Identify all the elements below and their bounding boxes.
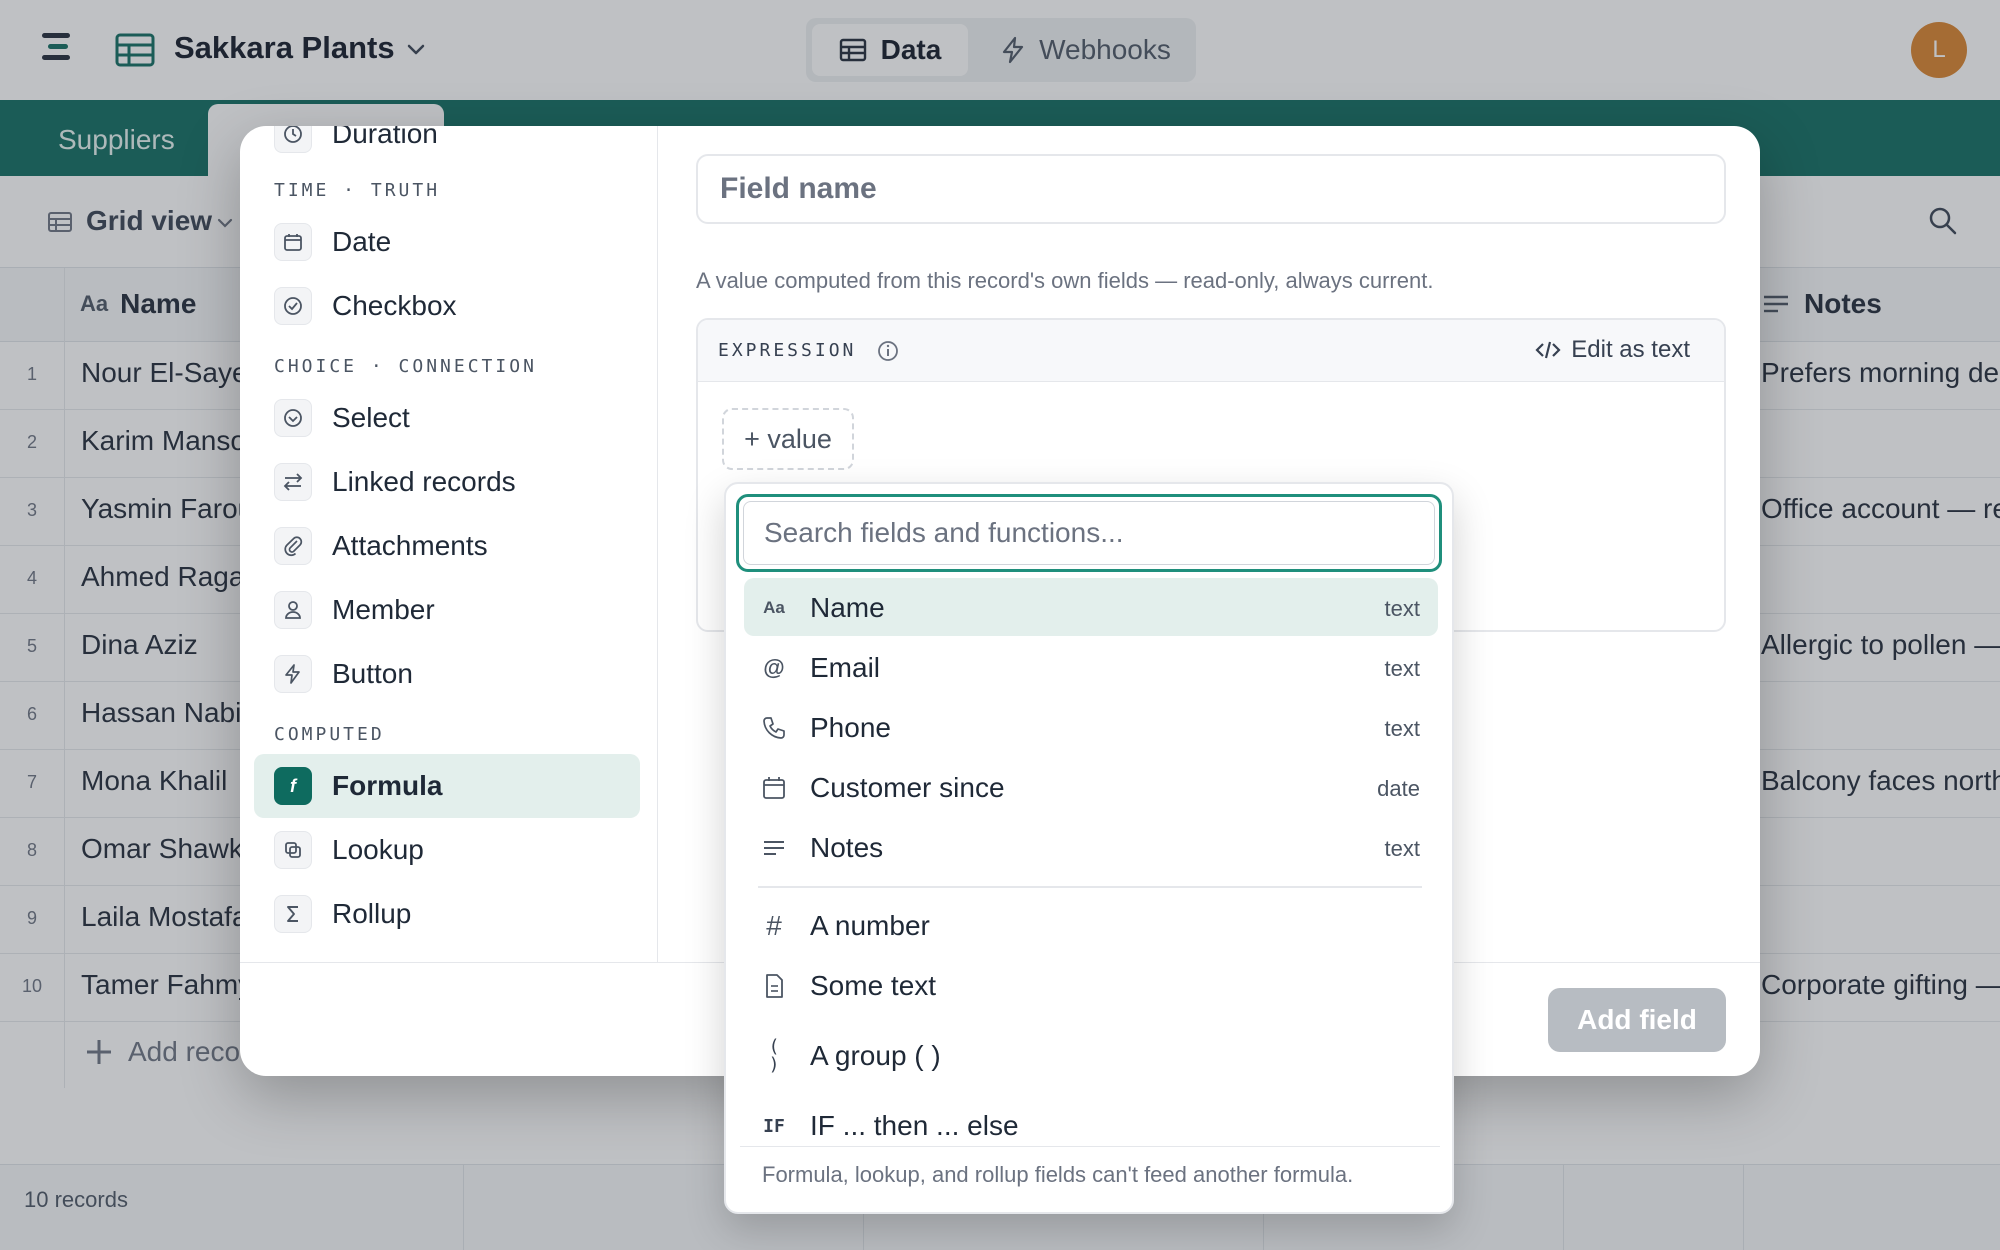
calendar-icon (274, 223, 312, 261)
search-input[interactable] (743, 501, 1435, 565)
type-checkbox[interactable]: Checkbox (254, 274, 640, 338)
paperclip-icon (274, 527, 312, 565)
text-type-icon: Aa (763, 598, 785, 617)
option-label: A group ( ) (810, 1040, 941, 1071)
lines-icon (760, 834, 788, 862)
option-type: date (1377, 776, 1420, 801)
section-time-truth: TIME · TRUTH (274, 180, 441, 201)
option-label: Some text (810, 970, 937, 1001)
type-label: Button (332, 658, 413, 689)
option-type: text (1384, 716, 1420, 741)
lightning-icon (274, 655, 312, 693)
option-label: Name (810, 592, 885, 623)
document-icon (760, 972, 788, 1000)
paren-close: ) (768, 1054, 780, 1075)
option-label: Email (810, 652, 881, 683)
section-divider (758, 886, 1422, 888)
type-label: Attachments (332, 530, 488, 561)
type-label: Date (332, 226, 392, 257)
literal-option-text[interactable]: Some text (744, 956, 1438, 1014)
field-picker-popover: Aa Name text @ Email text Phone text Cus… (724, 482, 1454, 1214)
expression-header: EXPRESSION Edit as text (698, 320, 1724, 382)
add-value-chip[interactable]: + value (722, 408, 854, 470)
edit-as-text-label: Edit as text (1571, 336, 1690, 363)
add-field-button[interactable]: Add field (1548, 988, 1726, 1052)
info-icon[interactable] (876, 339, 900, 363)
check-circle-icon (274, 287, 312, 325)
type-button[interactable]: Button (254, 642, 640, 706)
option-label: IF ... then ... else (810, 1110, 1019, 1141)
type-label: Rollup (332, 898, 412, 929)
type-linked-records[interactable]: Linked records (254, 450, 640, 514)
field-option-email[interactable]: @ Email text (744, 638, 1438, 696)
clock-icon (274, 126, 312, 153)
type-label: Lookup (332, 834, 424, 865)
type-label: Member (332, 594, 435, 625)
option-type: text (1384, 596, 1420, 621)
copy-icon (274, 831, 312, 869)
literal-option-group[interactable]: ( ) A group ( ) (744, 1026, 1438, 1084)
field-option-name[interactable]: Aa Name text (744, 578, 1438, 636)
field-description: A value computed from this record's own … (696, 268, 1434, 293)
code-icon (1535, 339, 1561, 361)
field-option-notes[interactable]: Notes text (744, 818, 1438, 876)
type-formula[interactable]: f Formula (254, 754, 640, 818)
type-rollup[interactable]: Rollup (254, 882, 640, 946)
type-label: Checkbox (332, 290, 457, 321)
type-duration[interactable]: Duration (254, 126, 640, 166)
popover-footer-note: Formula, lookup, and rollup fields can't… (762, 1162, 1354, 1187)
hash-icon: # (766, 910, 782, 941)
type-lookup[interactable]: Lookup (254, 818, 640, 882)
footer-divider (740, 1146, 1440, 1147)
section-choice-connection: CHOICE · CONNECTION (274, 356, 537, 377)
at-icon: @ (763, 655, 785, 680)
option-label: A number (810, 910, 930, 941)
type-select[interactable]: Select (254, 386, 640, 450)
calendar-icon (760, 774, 788, 802)
option-type: text (1384, 836, 1420, 861)
type-attachments[interactable]: Attachments (254, 514, 640, 578)
option-label: Notes (810, 832, 884, 863)
option-type: text (1384, 656, 1420, 681)
section-computed: COMPUTED (274, 724, 385, 745)
if-icon: IF (763, 1115, 785, 1137)
type-member[interactable]: Member (254, 578, 640, 642)
type-label: Formula (332, 770, 443, 801)
field-option-customer-since[interactable]: Customer since date (744, 758, 1438, 816)
field-type-list: Duration TIME · TRUTH Date Checkbox CHOI… (240, 126, 658, 962)
search-focus-ring (736, 494, 1442, 572)
person-icon (274, 591, 312, 629)
option-label: Customer since (810, 772, 1005, 803)
option-label: Phone (810, 712, 891, 743)
type-label: Select (332, 402, 410, 433)
type-date[interactable]: Date (254, 210, 640, 274)
type-label: Linked records (332, 466, 516, 497)
select-icon (274, 399, 312, 437)
formula-icon: f (274, 767, 312, 805)
type-label: Duration (332, 126, 438, 149)
edit-as-text-button[interactable]: Edit as text (1535, 336, 1690, 364)
sigma-icon (274, 895, 312, 933)
parentheses-icon: ( ) (760, 1034, 788, 1078)
field-name-input[interactable] (696, 154, 1726, 224)
expression-label: EXPRESSION (718, 340, 857, 361)
arrows-swap-icon (274, 463, 312, 501)
phone-icon (760, 714, 788, 742)
literal-option-number[interactable]: # A number (744, 896, 1438, 954)
field-option-phone[interactable]: Phone text (744, 698, 1438, 756)
